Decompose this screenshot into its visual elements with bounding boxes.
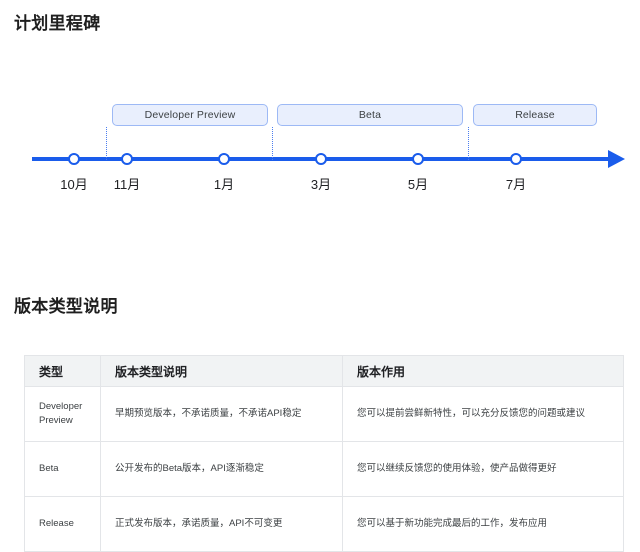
table-header: 类型版本类型说明版本作用 [25,356,624,387]
cell-type: Release [25,497,101,552]
phase-label-text: Release [515,109,555,121]
milestone-dot-icon[interactable] [68,153,80,165]
cell-type: Beta [25,442,101,497]
table-row: Beta公开发布的Beta版本，API逐渐稳定您可以继续反馈您的使用体验，使产品… [25,442,624,497]
table-body: Developer Preview早期预览版本，不承诺质量，不承诺API稳定您可… [25,387,624,552]
cell-purpose: 您可以提前尝鲜新特性，可以充分反馈您的问题或建议 [343,387,624,442]
table-column-header: 类型 [25,356,101,387]
phase-label-text: Developer Preview [145,109,236,121]
timeline-arrow-icon [608,150,625,168]
milestone-label: 1月 [214,174,234,193]
cell-description: 正式发布版本，承诺质量，API不可变更 [101,497,343,552]
release-types-table: 类型版本类型说明版本作用 Developer Preview早期预览版本，不承诺… [24,355,624,552]
cell-description: 早期预览版本，不承诺质量，不承诺API稳定 [101,387,343,442]
table-row: Release正式发布版本，承诺质量，API不可变更您可以基于新功能完成最后的工… [25,497,624,552]
milestone-dot-icon[interactable] [218,153,230,165]
phase-label-1: Developer Preview [112,104,268,126]
table-header-row: 类型版本类型说明版本作用 [25,356,624,387]
table-column-header: 版本作用 [343,356,624,387]
table-column-header: 版本类型说明 [101,356,343,387]
milestone-dot-icon[interactable] [315,153,327,165]
cell-description: 公开发布的Beta版本，API逐渐稳定 [101,442,343,497]
milestone-label: 7月 [506,174,526,193]
phase-label-2: Beta [277,104,463,126]
cell-purpose: 您可以继续反馈您的使用体验，使产品做得更好 [343,442,624,497]
milestone-label: 11月 [114,174,141,193]
cell-purpose: 您可以基于新功能完成最后的工作，发布应用 [343,497,624,552]
page-title-release-types: 版本类型说明 [14,292,118,317]
cell-type: Developer Preview [25,387,101,442]
phase-connector-3 [468,127,469,160]
milestone-label: 3月 [311,174,331,193]
phase-label-text: Beta [359,109,381,121]
milestone-label: 5月 [408,174,428,193]
phase-connector-1 [106,127,107,160]
phase-label-3: Release [473,104,597,126]
milestone-dot-icon[interactable] [121,153,133,165]
milestone-timeline: Developer Preview Beta Release 10月 11月 1月 3月 5月… [0,96,640,196]
milestone-dot-icon[interactable] [412,153,424,165]
page-title-milestone: 计划里程碑 [14,9,101,34]
milestone-label: 10月 [60,174,87,193]
table-row: Developer Preview早期预览版本，不承诺质量，不承诺API稳定您可… [25,387,624,442]
phase-connector-2 [272,127,273,160]
milestone-dot-icon[interactable] [510,153,522,165]
